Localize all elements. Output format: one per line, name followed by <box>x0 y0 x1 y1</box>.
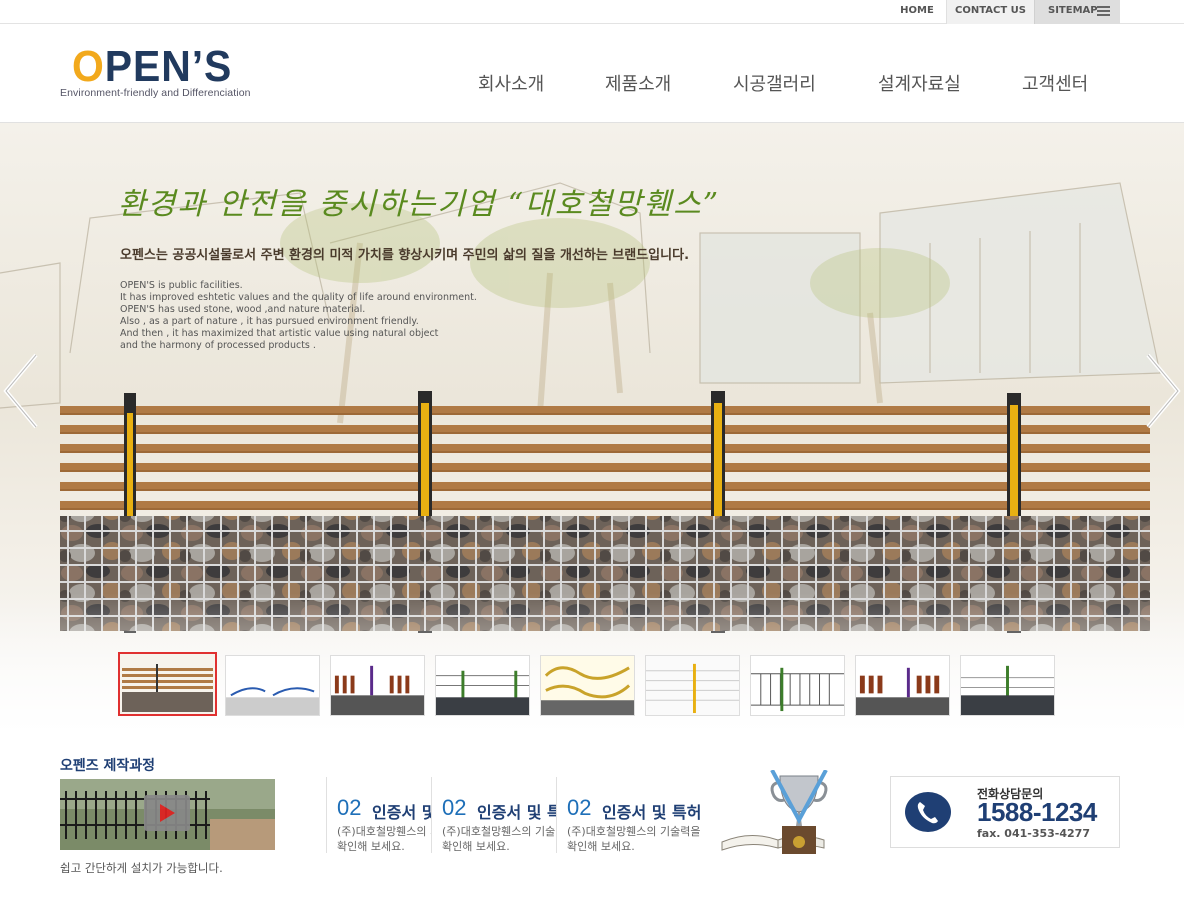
gnb-item-products[interactable]: 제품소개 <box>605 70 671 96</box>
hero-slider: 환경과 안전을 중시하는기업 “대호철망휀스” 오펜스는 공공시설물로서 주변 … <box>0 123 1184 736</box>
thumbnail-7[interactable] <box>750 655 845 716</box>
hero-english-text: OPEN'S is public facilities. It has impr… <box>120 280 477 351</box>
util-home-link[interactable]: HOME <box>888 0 946 24</box>
cert-card-1[interactable]: 02 인증서 및 특허 (주)대호철망휀스의 기술력을확인해 보세요. <box>326 777 431 853</box>
logo-wordmark: OPEN’S <box>72 42 233 91</box>
thumbnail-6[interactable] <box>645 655 740 716</box>
hero-subtitle: 오펜스는 공공시설물로서 주변 환경의 미적 가치를 향상시키며 주민의 삶의 … <box>120 248 690 263</box>
phone-contact-box[interactable]: 전화상담문의 1588-1234 fax. 041-353-4277 <box>890 776 1120 848</box>
process-description: 쉽고 간단하게 설치가 가능합니다. <box>60 861 223 875</box>
prev-arrow-icon[interactable] <box>0 351 40 431</box>
fax-number: fax. 041-353-4277 <box>977 827 1090 840</box>
gnb-item-company[interactable]: 회사소개 <box>478 70 544 96</box>
thumbnail-8[interactable] <box>855 655 950 716</box>
process-video[interactable] <box>60 779 275 850</box>
thumbnail-4[interactable] <box>435 655 530 716</box>
thumbnail-5[interactable] <box>540 655 635 716</box>
trophy-icon <box>720 769 830 860</box>
phone-icon <box>905 792 951 832</box>
thumbnail-3[interactable] <box>330 655 425 716</box>
hero-title: 환경과 안전을 중시하는기업 “대호철망휀스” <box>118 187 721 222</box>
cert-card-2[interactable]: 02 인증서 및 특허 (주)대호철망휀스의 기술력을확인해 보세요. <box>431 777 556 853</box>
cert-description: (주)대호철망휀스의 기술력을확인해 보세요. <box>442 825 556 853</box>
thumbnail-9[interactable] <box>960 655 1055 716</box>
site-logo[interactable]: OPEN’S Environment-friendly and Differen… <box>60 42 270 102</box>
utility-bar: HOME CONTACT US SITEMAP <box>0 0 1184 24</box>
util-contact-link[interactable]: CONTACT US <box>946 0 1034 24</box>
cert-number: 02 <box>442 795 467 820</box>
slider-thumbnails <box>0 652 1184 717</box>
next-arrow-icon[interactable] <box>1144 351 1184 431</box>
cert-title: 인증서 및 특허 <box>602 803 702 822</box>
util-sitemap-label: SITEMAP <box>1048 5 1098 16</box>
site-header: OPEN’S Environment-friendly and Differen… <box>0 25 1184 123</box>
play-icon[interactable] <box>144 795 190 831</box>
cert-number: 02 <box>337 795 362 820</box>
process-title: 오펜즈 제작과정 <box>60 758 156 774</box>
cert-number: 02 <box>567 795 592 820</box>
gnb-item-support[interactable]: 고객센터 <box>1022 70 1088 96</box>
hamburger-icon <box>1097 6 1110 16</box>
util-sitemap-link[interactable]: SITEMAP <box>1034 0 1120 24</box>
thumbnail-2[interactable] <box>225 655 320 716</box>
cert-description: (주)대호철망휀스의 기술력을확인해 보세요. <box>567 825 701 853</box>
cert-title: 인증서 및 특허 <box>477 803 556 822</box>
gnb-item-design-data[interactable]: 설계자료실 <box>878 70 961 96</box>
thumbnail-1[interactable] <box>118 652 217 716</box>
phone-number: 1588-1234 <box>977 797 1097 827</box>
cert-card-3[interactable]: 02 인증서 및 특허 (주)대호철망휀스의 기술력을 확인해 보세요. <box>556 777 716 853</box>
cert-title: 인증서 및 특허 <box>372 803 431 822</box>
cert-description: (주)대호철망휀스의 기술력을확인해 보세요. <box>337 825 431 853</box>
logo-tagline: Environment-friendly and Differenciation <box>60 87 251 99</box>
gnb-item-gallery[interactable]: 시공갤러리 <box>733 70 816 96</box>
